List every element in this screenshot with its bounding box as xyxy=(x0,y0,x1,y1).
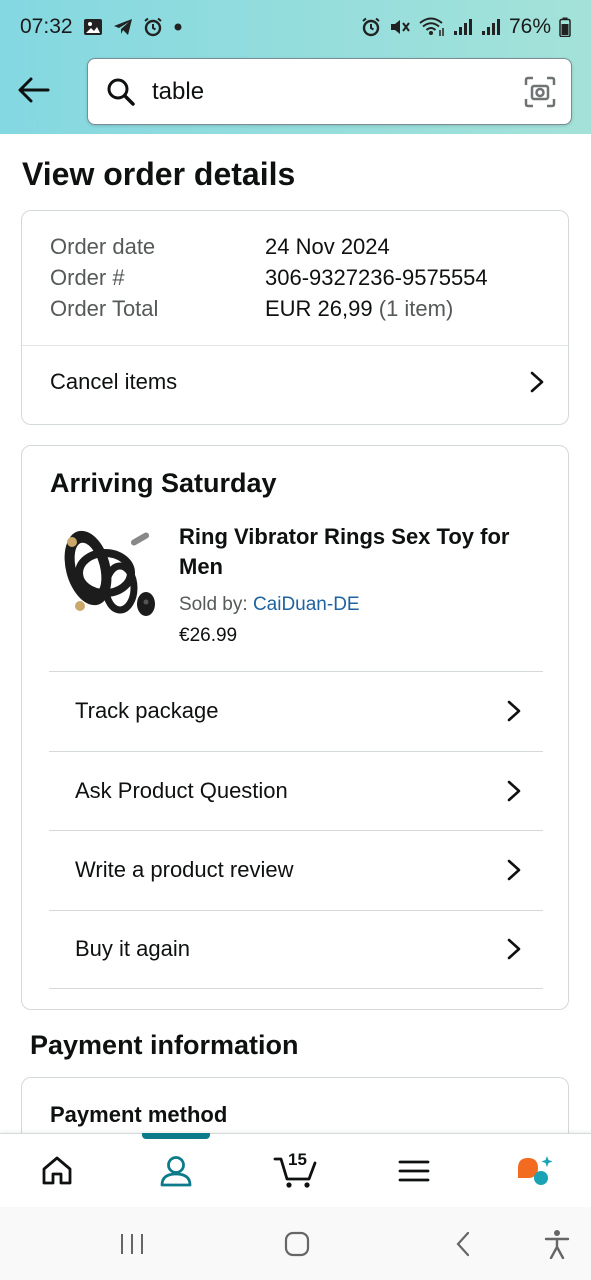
cancel-items-row[interactable]: Cancel items xyxy=(22,346,568,418)
order-number-value: 306-9327236-9575554 xyxy=(265,265,488,290)
hamburger-menu-icon xyxy=(398,1160,430,1182)
back-button[interactable] xyxy=(14,70,54,110)
battery-icon xyxy=(559,17,571,37)
cancel-items-label: Cancel items xyxy=(50,369,178,394)
chevron-right-icon xyxy=(507,938,521,960)
order-summary-card: Order date 24 Nov 2024 Order # 306-93272… xyxy=(21,210,569,425)
chevron-right-icon xyxy=(530,371,544,393)
back-chevron-icon xyxy=(456,1231,470,1257)
status-bar: 07:32 76% xyxy=(0,0,591,54)
gallery-icon xyxy=(83,18,103,36)
track-package-button[interactable]: Track package xyxy=(49,671,543,751)
product-title-link[interactable]: Ring Vibrator Rings Sex Toy for Men xyxy=(179,522,539,582)
buy-it-again-button[interactable]: Buy it again xyxy=(49,909,543,989)
shipment-actions: Track package Ask Product Question Write… xyxy=(49,671,543,989)
battery-percent: 76% xyxy=(508,15,551,38)
order-total-value: EUR 26,99 (1 item) xyxy=(265,293,453,324)
order-total-items: (1 item) xyxy=(378,296,454,321)
recent-apps-icon xyxy=(121,1234,143,1254)
product-image[interactable] xyxy=(50,518,160,630)
dot-icon xyxy=(173,22,183,32)
signal-icon xyxy=(481,18,501,36)
arrow-left-icon xyxy=(18,77,50,103)
sold-by-label: Sold by: xyxy=(179,594,248,615)
shipment-card: Arriving Saturday Ring Vibrator Rings Se… xyxy=(21,445,569,1010)
sold-by: Sold by: CaiDuan-DE xyxy=(179,594,360,616)
action-label: Buy it again xyxy=(75,936,190,962)
camera-search-icon[interactable] xyxy=(524,76,556,108)
home-system-button[interactable] xyxy=(277,1229,317,1259)
bottom-nav: 15 xyxy=(0,1133,591,1207)
action-label: Track package xyxy=(75,698,219,724)
nav-account[interactable] xyxy=(136,1134,216,1208)
back-system-button[interactable] xyxy=(443,1229,483,1259)
order-number-label: Order # xyxy=(50,265,125,290)
order-total-amount: EUR 26,99 xyxy=(265,296,373,321)
write-review-button[interactable]: Write a product review xyxy=(49,830,543,910)
alarm-icon xyxy=(143,17,163,37)
chevron-right-icon xyxy=(507,700,521,722)
action-label: Write a product review xyxy=(75,857,294,883)
accessibility-button[interactable] xyxy=(537,1229,577,1259)
accessibility-icon xyxy=(544,1230,570,1259)
system-nav-bar xyxy=(0,1207,591,1280)
product-image-graphic xyxy=(64,530,155,616)
search-icon xyxy=(107,78,135,106)
search-row xyxy=(0,58,591,126)
payment-section-title: Payment information xyxy=(30,1030,299,1060)
header: 07:32 76% table xyxy=(0,0,591,134)
alarm-icon xyxy=(361,17,381,37)
order-total-label: Order Total xyxy=(50,296,159,321)
ask-product-question-button[interactable]: Ask Product Question xyxy=(49,750,543,831)
recent-apps-button[interactable] xyxy=(112,1229,152,1259)
product-price: €26.99 xyxy=(179,625,238,646)
ai-assistant-icon xyxy=(518,1156,553,1185)
home-icon xyxy=(42,1156,72,1185)
chevron-right-icon xyxy=(507,859,521,881)
page-title: View order details xyxy=(22,156,296,192)
mute-icon xyxy=(389,17,411,37)
delivery-status: Arriving Saturday xyxy=(50,468,277,498)
seller-link[interactable]: CaiDuan-DE xyxy=(253,594,360,615)
home-circle-icon xyxy=(284,1231,310,1257)
telegram-icon xyxy=(113,18,133,36)
order-date-label: Order date xyxy=(50,234,156,259)
action-label: Ask Product Question xyxy=(75,777,288,803)
person-icon xyxy=(160,1156,192,1187)
status-time: 07:32 xyxy=(20,15,73,38)
nav-cart[interactable]: 15 xyxy=(255,1134,335,1208)
chevron-right-icon xyxy=(507,780,521,802)
nav-home[interactable] xyxy=(17,1134,97,1208)
nav-rufus[interactable] xyxy=(494,1134,574,1208)
nav-menu[interactable] xyxy=(374,1134,454,1208)
search-input[interactable] xyxy=(152,74,512,110)
signal-icon xyxy=(453,18,473,36)
cart-count-badge: 15 xyxy=(288,1150,307,1169)
order-date-value: 24 Nov 2024 xyxy=(265,234,390,259)
search-bar[interactable] xyxy=(87,58,572,125)
wifi-icon xyxy=(419,17,445,37)
payment-method-title: Payment method xyxy=(50,1102,228,1127)
